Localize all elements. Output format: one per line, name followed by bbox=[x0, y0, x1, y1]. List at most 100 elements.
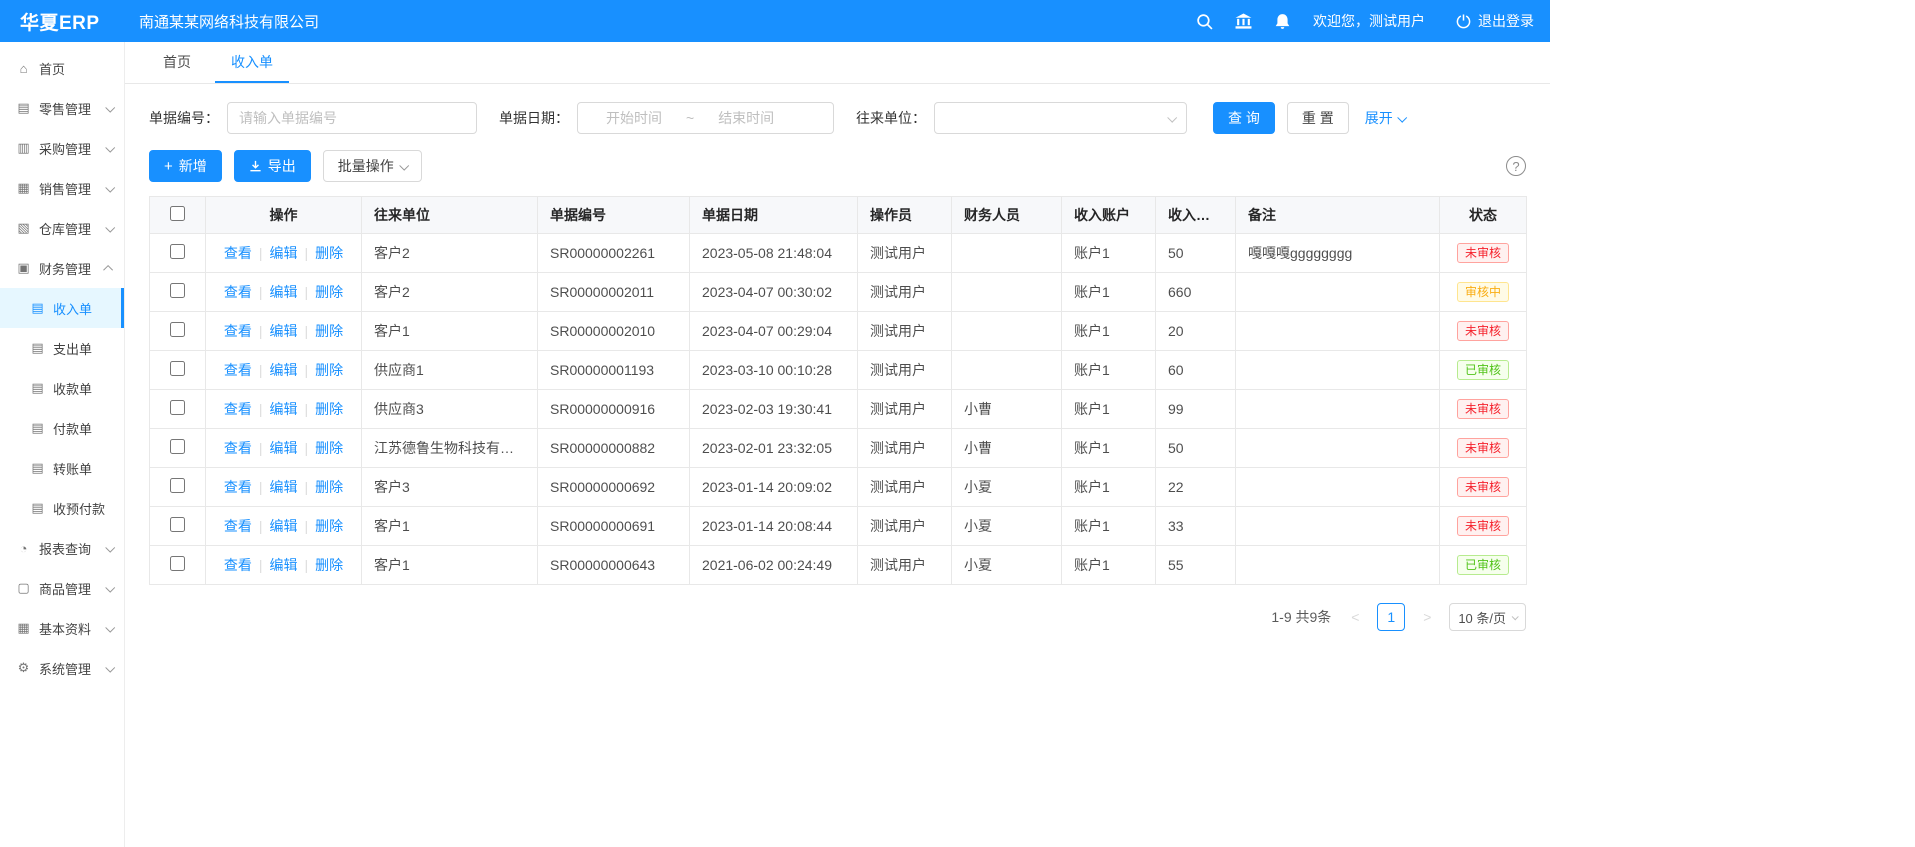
delete-link[interactable]: 删除 bbox=[315, 245, 343, 261]
edit-link[interactable]: 编辑 bbox=[270, 518, 298, 534]
view-link[interactable]: 查看 bbox=[224, 323, 252, 339]
edit-link[interactable]: 编辑 bbox=[270, 323, 298, 339]
delete-link[interactable]: 删除 bbox=[315, 401, 343, 417]
delete-link[interactable]: 删除 bbox=[315, 557, 343, 573]
doc-no-input[interactable] bbox=[227, 102, 477, 134]
report-icon: ◔ bbox=[16, 541, 31, 556]
row-checkbox[interactable] bbox=[170, 283, 185, 298]
doc-icon: ▤ bbox=[30, 500, 45, 516]
sidebar-item-retail[interactable]: ▤ 零售管理 bbox=[0, 88, 124, 128]
sidebar-item-basic[interactable]: ▦ 基本资料 bbox=[0, 608, 124, 648]
delete-link[interactable]: 删除 bbox=[315, 440, 343, 456]
status-badge: 未审核 bbox=[1457, 516, 1509, 536]
cell-finance: 小夏 bbox=[952, 468, 1062, 507]
sidebar-item-finance[interactable]: ▣ 财务管理 bbox=[0, 248, 124, 288]
sidebar-item-home[interactable]: ⌂ 首页 bbox=[0, 48, 124, 88]
page-size-label: 10 条/页 bbox=[1458, 608, 1506, 627]
cell-operator: 测试用户 bbox=[858, 312, 952, 351]
delete-link[interactable]: 删除 bbox=[315, 362, 343, 378]
add-button[interactable]: + 新增 bbox=[149, 150, 222, 182]
view-link[interactable]: 查看 bbox=[224, 479, 252, 495]
view-link[interactable]: 查看 bbox=[224, 557, 252, 573]
date-range-picker[interactable]: ~ bbox=[577, 102, 834, 134]
logout-button[interactable]: 退出登录 bbox=[1455, 11, 1534, 31]
sidebar-item-warehouse[interactable]: ▧ 仓库管理 bbox=[0, 208, 124, 248]
notification-bell-icon[interactable] bbox=[1274, 13, 1291, 30]
batch-operations-button[interactable]: 批量操作 bbox=[323, 150, 422, 182]
edit-link[interactable]: 编辑 bbox=[270, 440, 298, 456]
view-link[interactable]: 查看 bbox=[224, 362, 252, 378]
row-checkbox[interactable] bbox=[170, 439, 185, 454]
row-checkbox[interactable] bbox=[170, 244, 185, 259]
select-all-checkbox[interactable] bbox=[170, 206, 185, 221]
sidebar-item-sales[interactable]: ▦ 销售管理 bbox=[0, 168, 124, 208]
row-checkbox[interactable] bbox=[170, 400, 185, 415]
date-end-input[interactable] bbox=[700, 110, 792, 126]
sidebar-item-system[interactable]: ⚙ 系统管理 bbox=[0, 648, 124, 688]
page-size-select[interactable]: 10 条/页 bbox=[1449, 603, 1526, 631]
edit-link[interactable]: 编辑 bbox=[270, 557, 298, 573]
expand-link[interactable]: 展开 bbox=[1365, 108, 1405, 128]
sidebar-item-expense[interactable]: ▤ 支出单 bbox=[0, 328, 124, 368]
partner-select[interactable] bbox=[934, 102, 1187, 134]
delete-link[interactable]: 删除 bbox=[315, 323, 343, 339]
pagination: 1-9 共9条 < 1 > 10 条/页 bbox=[149, 603, 1526, 655]
system-icon: ⚙ bbox=[16, 660, 31, 676]
next-page-icon[interactable]: > bbox=[1415, 604, 1439, 630]
sidebar-item-transfer[interactable]: ▤ 转账单 bbox=[0, 448, 124, 488]
delete-link[interactable]: 删除 bbox=[315, 479, 343, 495]
cell-finance bbox=[952, 234, 1062, 273]
view-link[interactable]: 查看 bbox=[224, 401, 252, 417]
sidebar-item-report[interactable]: ◔ 报表查询 bbox=[0, 528, 124, 568]
row-checkbox[interactable] bbox=[170, 556, 185, 571]
sidebar-item-payment[interactable]: ▤ 付款单 bbox=[0, 408, 124, 448]
sidebar-item-receipt[interactable]: ▤ 收款单 bbox=[0, 368, 124, 408]
row-checkbox[interactable] bbox=[170, 517, 185, 532]
sidebar-item-label: 基本资料 bbox=[39, 619, 91, 638]
edit-link[interactable]: 编辑 bbox=[270, 245, 298, 261]
sidebar-item-advance[interactable]: ▤ 收预付款 bbox=[0, 488, 124, 528]
date-start-input[interactable] bbox=[588, 110, 680, 126]
cell-partner: 客户3 bbox=[362, 468, 538, 507]
export-button[interactable]: 导出 bbox=[234, 150, 311, 182]
status-badge: 已审核 bbox=[1457, 555, 1509, 575]
doc-icon: ▤ bbox=[30, 460, 45, 476]
cell-operator: 测试用户 bbox=[858, 234, 952, 273]
tab-home[interactable]: 首页 bbox=[147, 42, 207, 83]
header-finance: 财务人员 bbox=[952, 197, 1062, 234]
cell-finance bbox=[952, 312, 1062, 351]
page-number-1[interactable]: 1 bbox=[1377, 603, 1405, 631]
row-checkbox[interactable] bbox=[170, 322, 185, 337]
edit-link[interactable]: 编辑 bbox=[270, 479, 298, 495]
table-body: 查看|编辑|删除 客户2 SR00000002261 2023-05-08 21… bbox=[150, 234, 1527, 585]
help-icon[interactable] bbox=[1506, 156, 1526, 176]
cell-account: 账户1 bbox=[1062, 546, 1156, 585]
cell-finance bbox=[952, 273, 1062, 312]
reset-button[interactable]: 重 置 bbox=[1287, 102, 1349, 134]
cell-doc-no: SR00000000692 bbox=[538, 468, 690, 507]
chevron-up-icon bbox=[103, 264, 113, 274]
prev-page-icon[interactable]: < bbox=[1343, 604, 1367, 630]
view-link[interactable]: 查看 bbox=[224, 245, 252, 261]
sidebar-item-purchase[interactable]: ▥ 采购管理 bbox=[0, 128, 124, 168]
cell-remark bbox=[1236, 273, 1440, 312]
tab-income[interactable]: 收入单 bbox=[215, 42, 289, 83]
sidebar-item-product[interactable]: ▢ 商品管理 bbox=[0, 568, 124, 608]
row-checkbox[interactable] bbox=[170, 361, 185, 376]
cell-partner: 客户1 bbox=[362, 507, 538, 546]
view-link[interactable]: 查看 bbox=[224, 284, 252, 300]
sidebar-item-income[interactable]: ▤ 收入单 bbox=[0, 288, 124, 328]
platform-bank-icon[interactable] bbox=[1235, 13, 1252, 30]
edit-link[interactable]: 编辑 bbox=[270, 362, 298, 378]
delete-link[interactable]: 删除 bbox=[315, 284, 343, 300]
chevron-down-icon bbox=[1167, 112, 1177, 122]
edit-link[interactable]: 编辑 bbox=[270, 284, 298, 300]
search-icon[interactable] bbox=[1196, 13, 1213, 30]
view-link[interactable]: 查看 bbox=[224, 440, 252, 456]
cell-partner: 供应商1 bbox=[362, 351, 538, 390]
row-checkbox[interactable] bbox=[170, 478, 185, 493]
edit-link[interactable]: 编辑 bbox=[270, 401, 298, 417]
delete-link[interactable]: 删除 bbox=[315, 518, 343, 534]
view-link[interactable]: 查看 bbox=[224, 518, 252, 534]
search-button[interactable]: 查 询 bbox=[1213, 102, 1275, 134]
